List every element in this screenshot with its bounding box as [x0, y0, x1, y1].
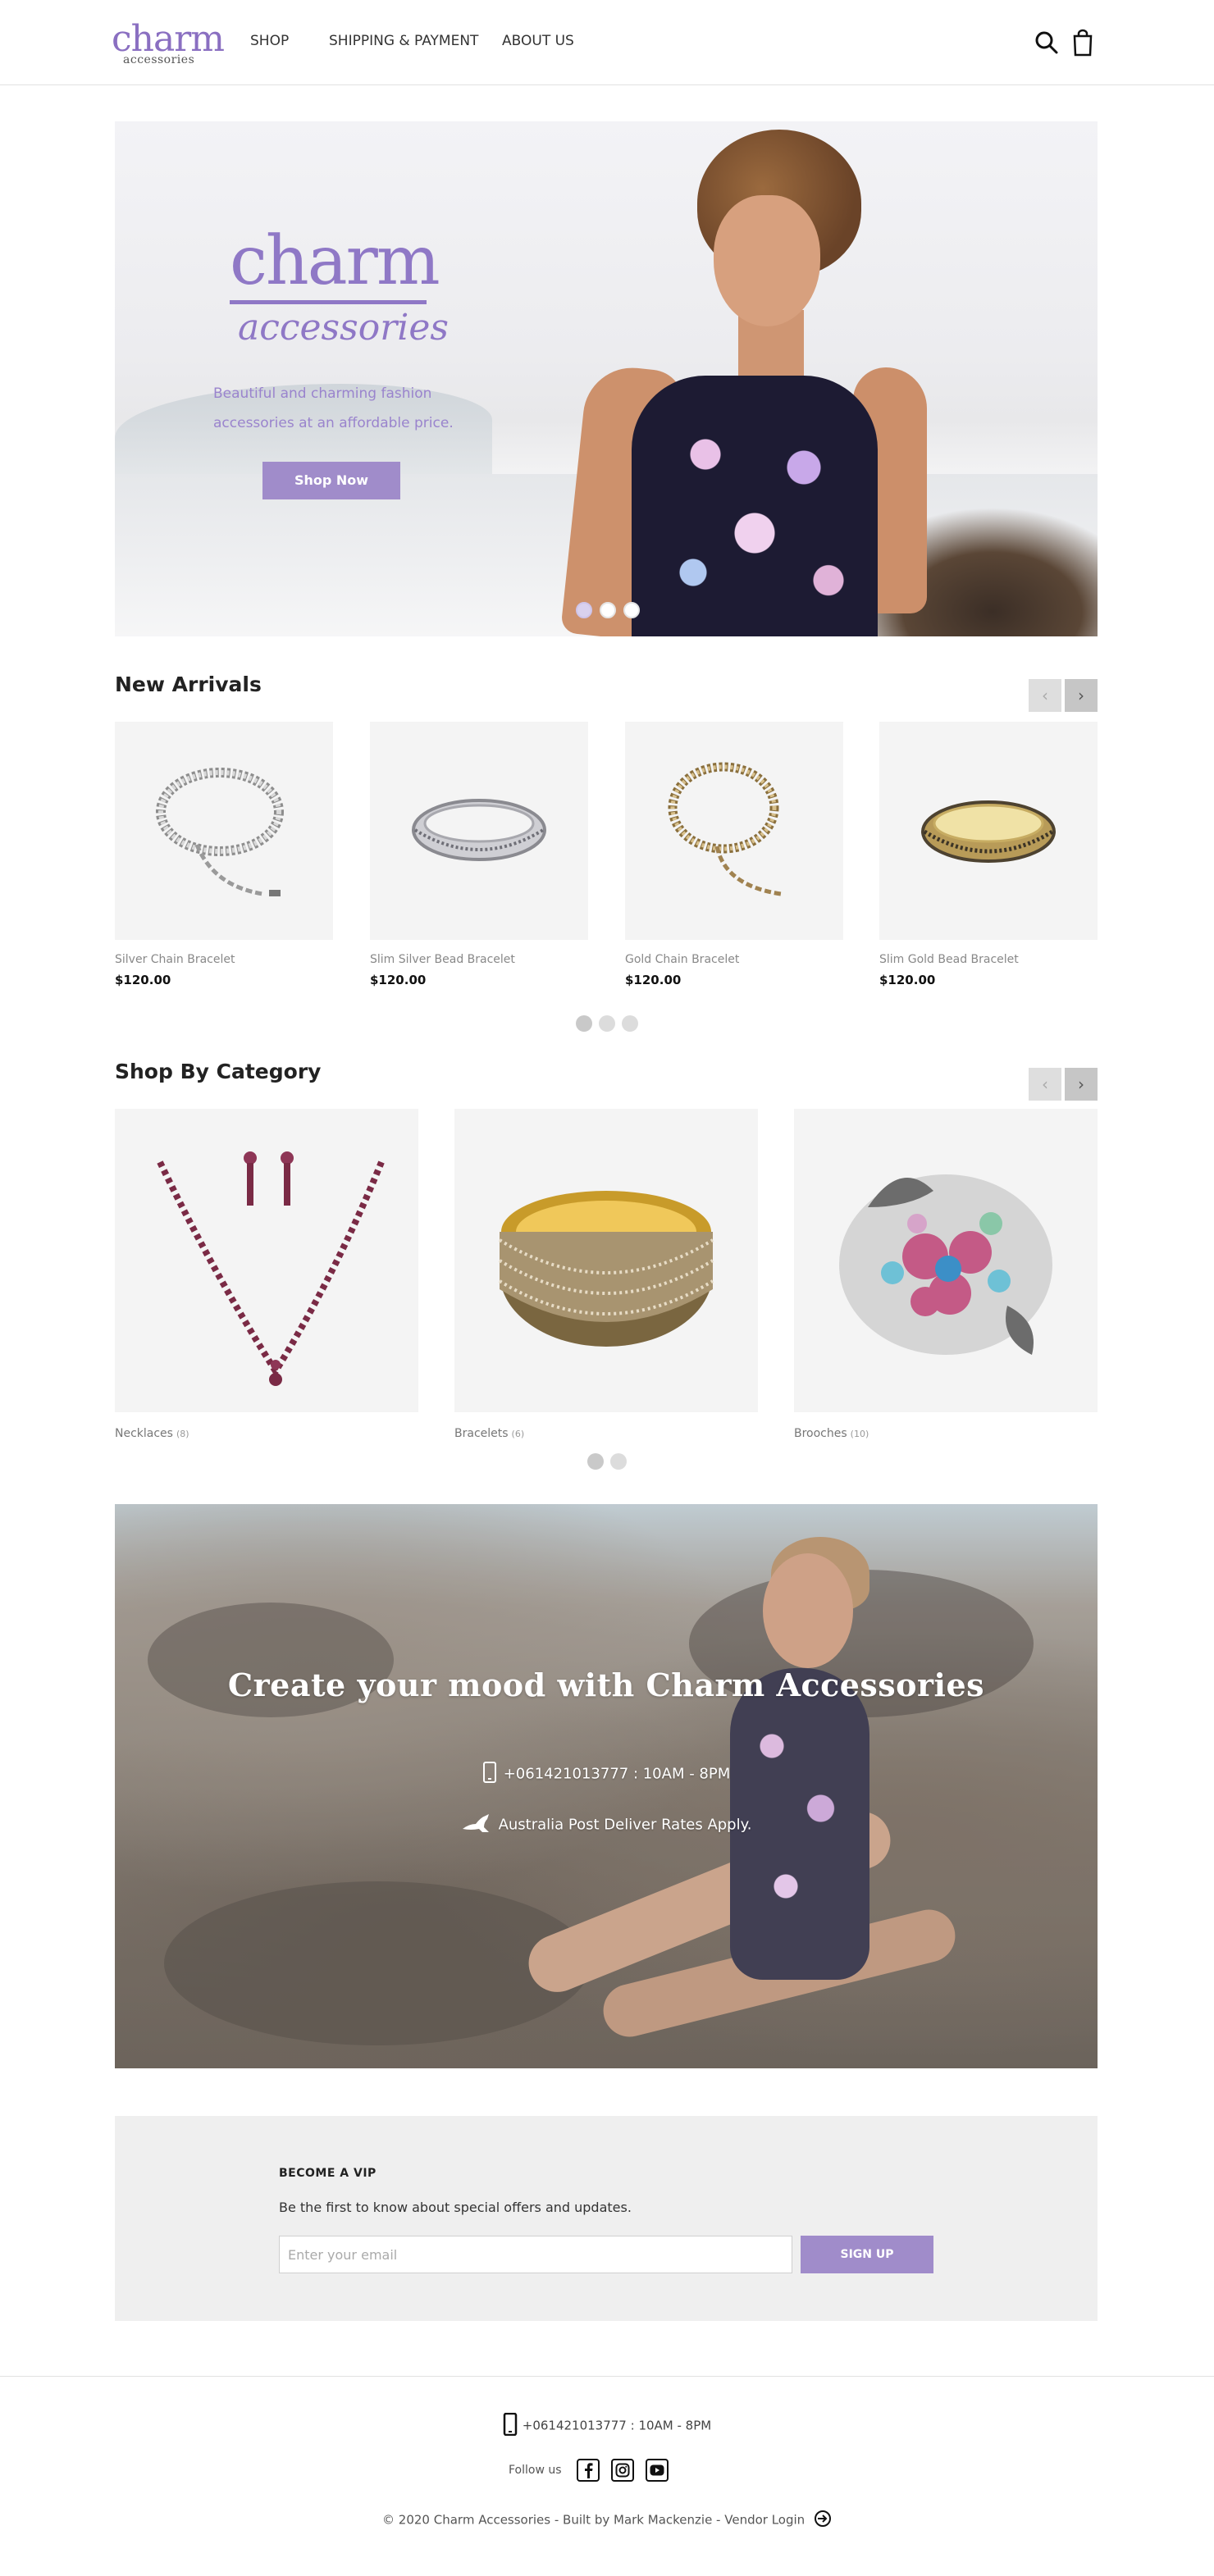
vip-title: BECOME A VIP [279, 2167, 377, 2180]
instagram-icon[interactable] [610, 2459, 634, 2482]
hero-dot-1[interactable] [576, 602, 592, 618]
category-count: (8) [176, 1429, 189, 1439]
copyright-text: © 2020 Charm Accessories - Built by Mark… [382, 2512, 725, 2528]
category-count: (6) [511, 1429, 525, 1439]
category-card[interactable]: Brooches (10) [794, 1109, 1098, 1440]
hero-dot-2[interactable] [600, 602, 616, 618]
product-price: $120.00 [370, 973, 427, 987]
mood-phone: +061421013777 : 10AM - 8PM [115, 1762, 1098, 1787]
footer-social: Follow us [509, 2459, 669, 2482]
product-price: $120.00 [879, 973, 936, 987]
footer-copyright: © 2020 Charm Accessories - Built by Mark… [0, 2510, 1214, 2531]
product-card[interactable]: Silver Chain Bracelet $120.00 [115, 722, 333, 987]
category-image [794, 1109, 1098, 1412]
category-next-button[interactable]: › [1065, 1068, 1098, 1101]
logo[interactable]: charm accessories [112, 18, 225, 67]
product-name: Slim Gold Bead Bracelet [879, 953, 1019, 966]
category-card[interactable]: Necklaces (8) [115, 1109, 418, 1440]
category-name: Necklaces (8) [115, 1427, 189, 1440]
kangaroo-icon [461, 1812, 492, 1838]
follow-us-label: Follow us [509, 2464, 562, 2477]
new-arrivals-pagination [576, 1015, 638, 1032]
new-arrivals-dot-1[interactable] [576, 1015, 592, 1032]
new-arrivals-title: New Arrivals [115, 672, 262, 696]
vip-signup: BECOME A VIP Be the first to know about … [115, 2116, 1098, 2321]
product-card[interactable]: Slim Silver Bead Bracelet $120.00 [370, 722, 588, 987]
mood-shipping-text: Australia Post Deliver Rates Apply. [498, 1816, 752, 1834]
hero-tagline-line-1: Beautiful and charming fashion [213, 385, 432, 402]
hero-logo: charm accessories [230, 222, 449, 349]
hero-tagline-line-2: accessories at an affordable price. [213, 415, 454, 431]
footer-phone-text: +061421013777 : 10AM - 8PM [522, 2418, 712, 2433]
nav-shipping-payment[interactable]: SHIPPING & PAYMENT [329, 33, 478, 49]
product-image [370, 722, 588, 940]
facebook-icon[interactable] [576, 2459, 600, 2482]
hero-logo-main: charm [230, 222, 440, 300]
search-icon[interactable] [1032, 28, 1061, 57]
hero-dot-3[interactable] [623, 602, 640, 618]
shop-by-category-title: Shop By Category [115, 1060, 322, 1083]
vendor-login-link[interactable]: Vendor Login [724, 2513, 805, 2528]
category-pagination [587, 1453, 627, 1470]
category-image [115, 1109, 418, 1412]
logo-subtext: accessories [123, 53, 195, 66]
product-name: Gold Chain Bracelet [625, 953, 740, 966]
category-prev-button[interactable]: ‹ [1029, 1068, 1061, 1101]
category-dot-2[interactable] [610, 1453, 627, 1470]
category-name: Brooches (10) [794, 1427, 869, 1440]
footer-phone: +061421013777 : 10AM - 8PM [0, 2412, 1214, 2439]
product-price: $120.00 [625, 973, 682, 987]
email-input[interactable] [279, 2236, 792, 2273]
site-footer: +061421013777 : 10AM - 8PM Follow us © 2… [0, 2376, 1214, 2576]
shopping-bag-icon[interactable] [1068, 28, 1098, 57]
hero-logo-sub: accessories [238, 307, 449, 349]
category-dot-1[interactable] [587, 1453, 604, 1470]
site-header: charm accessories SHOP SHIPPING & PAYMEN… [0, 0, 1214, 85]
new-arrivals-dot-2[interactable] [599, 1015, 615, 1032]
login-icon[interactable] [814, 2510, 832, 2531]
mood-banner: Create your mood with Charm Accessories … [115, 1504, 1098, 2068]
category-card[interactable]: Bracelets (6) [454, 1109, 758, 1440]
mood-phone-text: +061421013777 : 10AM - 8PM [503, 1765, 731, 1783]
product-card[interactable]: Gold Chain Bracelet $120.00 [625, 722, 843, 987]
category-image [454, 1109, 758, 1412]
category-count: (10) [850, 1429, 869, 1439]
category-name: Bracelets (6) [454, 1427, 525, 1440]
shop-now-button[interactable]: Shop Now [262, 462, 400, 499]
new-arrivals-dot-3[interactable] [622, 1015, 638, 1032]
product-name: Slim Silver Bead Bracelet [370, 953, 515, 966]
hero-model-image [541, 121, 968, 636]
sign-up-button[interactable]: SIGN UP [801, 2236, 933, 2273]
new-arrivals-prev-button[interactable]: ‹ [1029, 679, 1061, 712]
mood-title: Create your mood with Charm Accessories [227, 1666, 985, 1703]
mood-shipping: Australia Post Deliver Rates Apply. [115, 1812, 1098, 1838]
youtube-icon[interactable] [645, 2459, 669, 2482]
hero-logo-divider [230, 300, 427, 304]
new-arrivals-next-button[interactable]: › [1065, 679, 1098, 712]
phone-icon [503, 2412, 518, 2439]
hero-banner: charm accessories Beautiful and charming… [115, 121, 1098, 636]
nav-about-us[interactable]: ABOUT US [502, 33, 574, 49]
product-name: Silver Chain Bracelet [115, 953, 235, 966]
vip-subtitle: Be the first to know about special offer… [279, 2200, 632, 2215]
product-image [625, 722, 843, 940]
hero-slider-dots [576, 602, 640, 618]
product-card[interactable]: Slim Gold Bead Bracelet $120.00 [879, 722, 1098, 987]
product-price: $120.00 [115, 973, 171, 987]
product-image [115, 722, 333, 940]
nav-shop[interactable]: SHOP [250, 33, 289, 49]
product-image [879, 722, 1098, 940]
phone-icon [482, 1762, 497, 1787]
logo-text: charm [112, 18, 225, 60]
hero-tagline: Beautiful and charming fashion accessori… [213, 379, 492, 438]
